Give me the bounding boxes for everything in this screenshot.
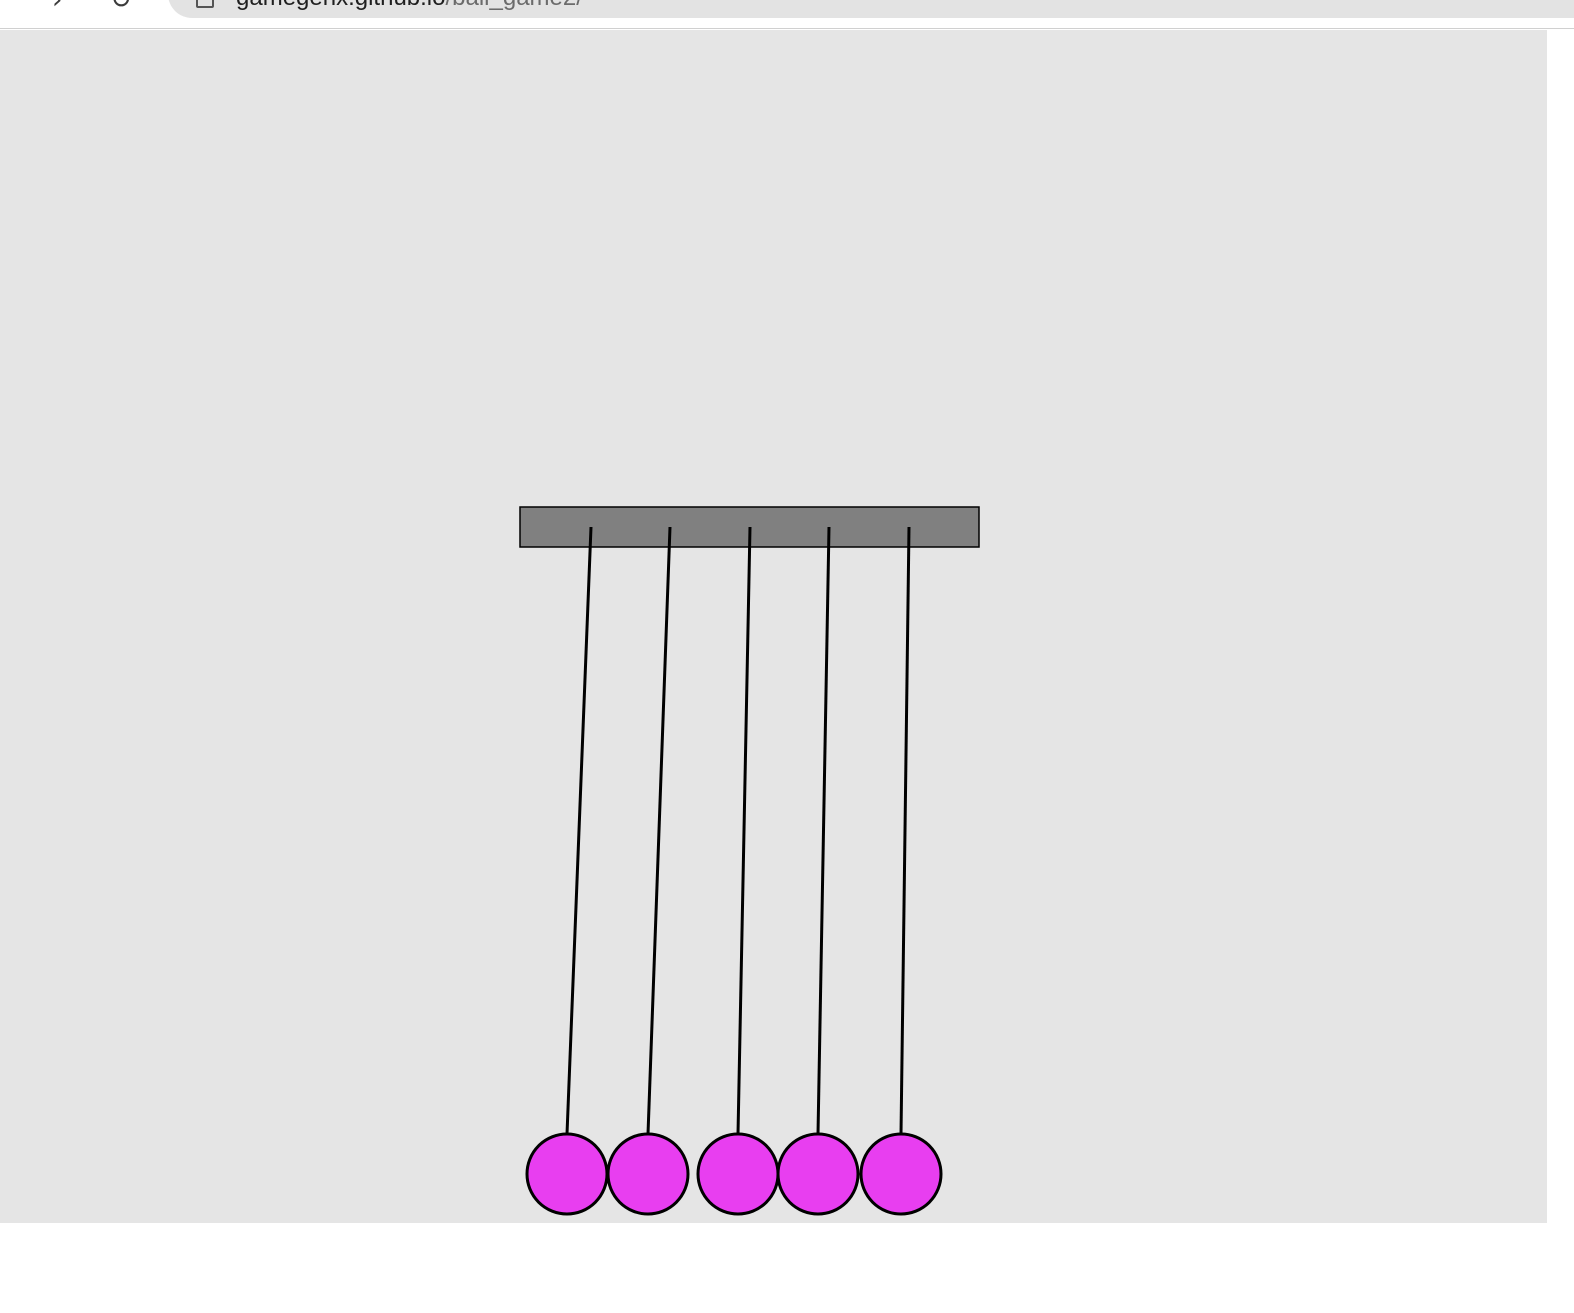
browser-toolbar: › ↻ gamegenx.github.io/ball_game2/ bbox=[0, 0, 1574, 29]
address-bar[interactable]: gamegenx.github.io/ball_game2/ bbox=[168, 0, 1574, 18]
pendulum-string-3 bbox=[736, 526, 752, 1135]
pendulum-string-4 bbox=[816, 526, 831, 1135]
pendulum-ball-1[interactable] bbox=[525, 1132, 609, 1216]
pendulum-ball-3[interactable] bbox=[696, 1132, 780, 1216]
strings-group bbox=[565, 526, 911, 1135]
url-text[interactable]: gamegenx.github.io/ball_game2/ bbox=[236, 0, 583, 12]
pendulum-ball-4[interactable] bbox=[776, 1132, 860, 1216]
pendulum-string-5 bbox=[899, 526, 911, 1135]
forward-icon[interactable]: › bbox=[52, 0, 62, 14]
pendulum-ball-5[interactable] bbox=[859, 1132, 943, 1216]
site-info-icon[interactable] bbox=[196, 0, 214, 8]
pendulum-string-2 bbox=[646, 526, 672, 1135]
pendulum-ball-2[interactable] bbox=[606, 1132, 690, 1216]
balls-group bbox=[525, 1132, 943, 1216]
game-canvas[interactable] bbox=[0, 30, 1547, 1223]
url-path: /ball_game2/ bbox=[445, 0, 582, 11]
pendulum-string-1 bbox=[565, 526, 593, 1135]
reload-icon[interactable]: ↻ bbox=[110, 0, 132, 14]
url-host: gamegenx.github.io bbox=[236, 0, 445, 11]
newtons-cradle-scene[interactable] bbox=[0, 30, 1547, 1223]
